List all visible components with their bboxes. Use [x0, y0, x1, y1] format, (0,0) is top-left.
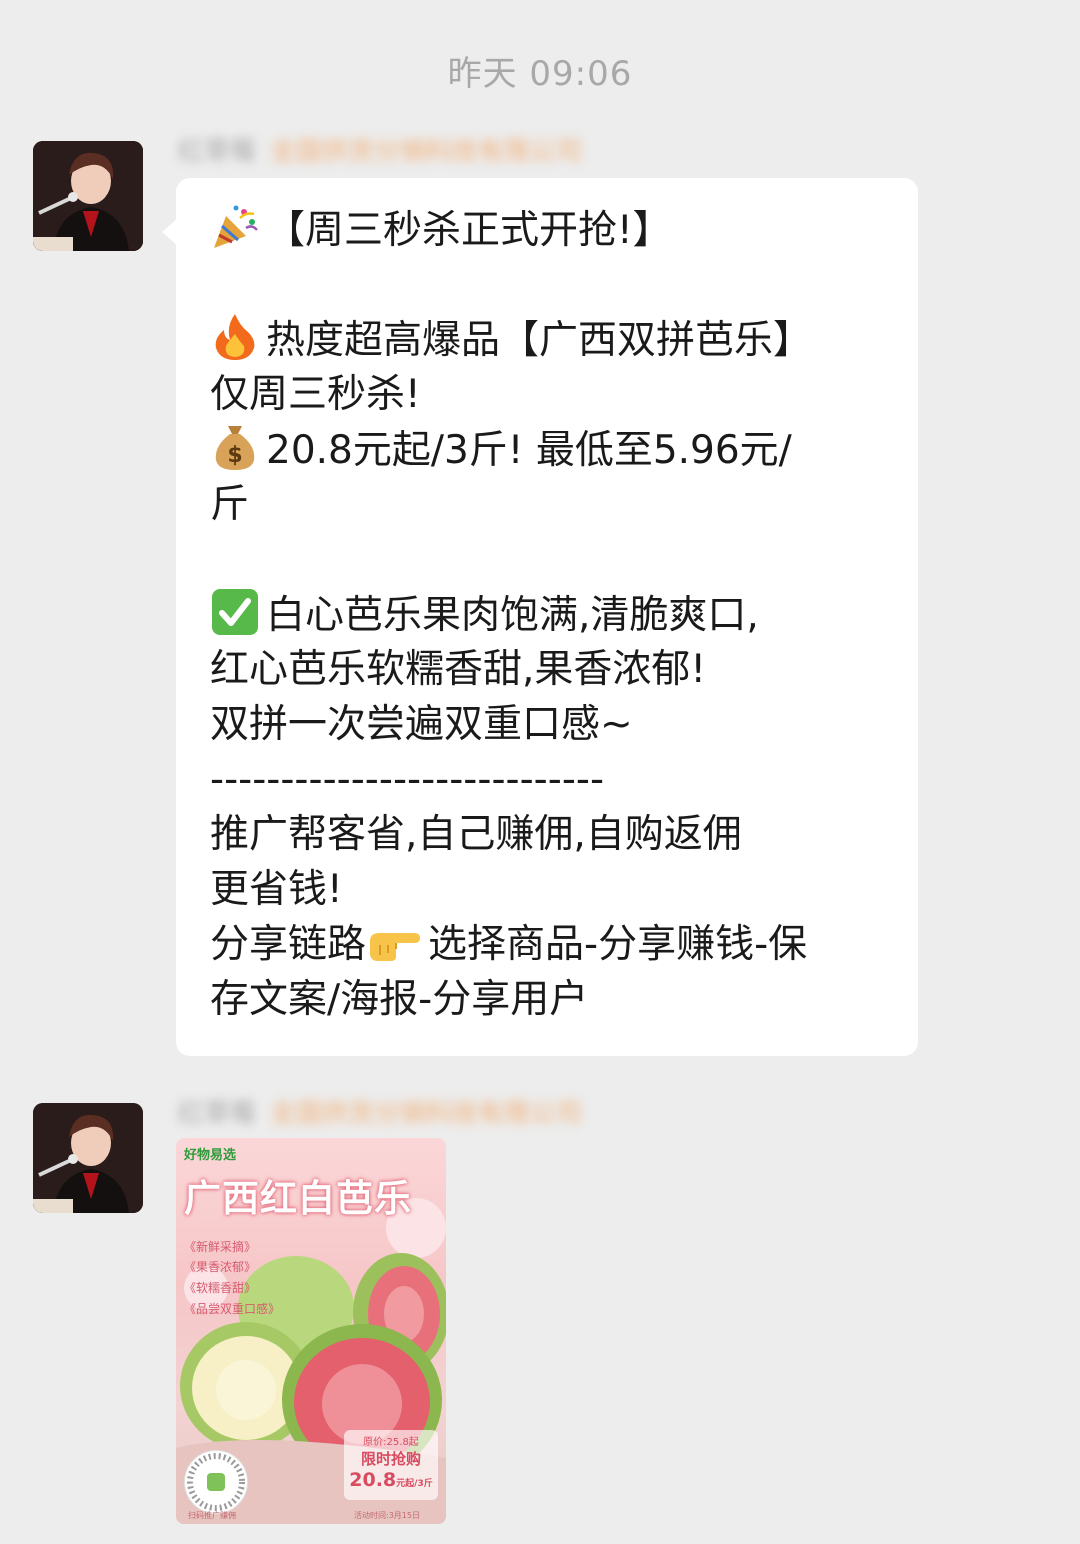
sender-info: 红草莓 全国供货分销科技有限公司 [178, 1096, 582, 1129]
sender-info: 红草莓 全国供货分销科技有限公司 [178, 134, 582, 167]
money-bag-icon: $ [210, 422, 260, 472]
price-box: 原价:25.8起 限时抢购 20.8元起/3斤 [344, 1430, 438, 1500]
check-mark-icon [210, 587, 260, 637]
message-line: 斤 [210, 482, 250, 527]
party-popper-icon [210, 202, 260, 252]
message-line: 【周三秒杀正式开抢!】 [210, 202, 888, 257]
message-line: 仅周三秒杀! [210, 372, 421, 417]
price-value: 20.8 [349, 1469, 397, 1491]
svg-text:$: $ [227, 443, 242, 468]
message-line: $ 20.8元起/3斤! 最低至5.96元/ [210, 422, 888, 477]
timestamp: 昨天 09:06 [447, 54, 633, 94]
message-line: 分享链路 选择商品-分享赚钱-保 [210, 917, 888, 972]
message-text: 20.8元起/3斤! 最低至5.96元/ [266, 428, 792, 473]
avatar[interactable] [33, 141, 143, 251]
poster-footer-right: 活动时间:3月15日 [354, 1511, 420, 1520]
message-line: 双拼一次尝遍双重口感~ [210, 702, 633, 747]
sender-name: 红草莓 [178, 1098, 257, 1129]
fire-icon [210, 312, 260, 362]
product-poster-image[interactable]: 好物易选 广西红白芭乐 《新鲜采摘》 《果香浓郁》 《软糯香甜》 《品尝双重口感… [176, 1138, 446, 1524]
poster-tag: 《果香浓郁》 [184, 1260, 257, 1274]
poster-brand: 好物易选 [184, 1148, 237, 1163]
sender-org: 全国供货分销科技有限公司 [270, 1098, 583, 1129]
message-text: 【周三秒杀正式开抢!】 [266, 208, 672, 253]
poster-price: 20.8元起/3斤 [344, 1469, 438, 1491]
message-bubble[interactable]: 【周三秒杀正式开抢!】 热度超高爆品【广西双拼芭乐】 仅周三秒杀! $ 20.8… [176, 178, 918, 1056]
poster-tag: 《新鲜采摘》 [184, 1240, 257, 1254]
flash-sale-label: 限时抢购 [360, 1450, 421, 1468]
message-line: 推广帮客省,自己赚佣,自购返佣 [210, 812, 742, 857]
divider-line: ---------------------------- [210, 757, 605, 802]
qr-code [184, 1450, 248, 1514]
message-text: 白心芭乐果肉饱满,清脆爽口, [266, 593, 759, 638]
poster-footer-left: 扫码推广赚佣 [188, 1511, 236, 1520]
message-line: 存文案/海报-分享用户 [210, 977, 589, 1022]
message-line: 热度超高爆品【广西双拼芭乐】 [210, 312, 888, 367]
message-line: 红心芭乐软糯香甜,果香浓郁! [210, 647, 707, 692]
message-text: 热度超高爆品【广西双拼芭乐】 [266, 318, 813, 363]
poster-tag: 《软糯香甜》 [184, 1281, 257, 1295]
original-price: 原价:25.8起 [363, 1437, 419, 1448]
sender-name: 红草莓 [178, 136, 257, 167]
sender-org: 全国供货分销科技有限公司 [270, 136, 583, 167]
poster-tag: 《品尝双重口感》 [184, 1302, 281, 1316]
message-line: 白心芭乐果肉饱满,清脆爽口, [210, 587, 888, 642]
poster-title: 广西红白芭乐 [184, 1177, 412, 1220]
avatar[interactable] [33, 1103, 143, 1213]
message-text: 分享链路 [210, 922, 367, 967]
price-unit: 元起/3斤 [396, 1479, 433, 1489]
message-line: 更省钱! [210, 867, 343, 912]
pointing-hand-icon [366, 923, 422, 963]
message-text: 选择商品-分享赚钱-保 [428, 922, 808, 967]
